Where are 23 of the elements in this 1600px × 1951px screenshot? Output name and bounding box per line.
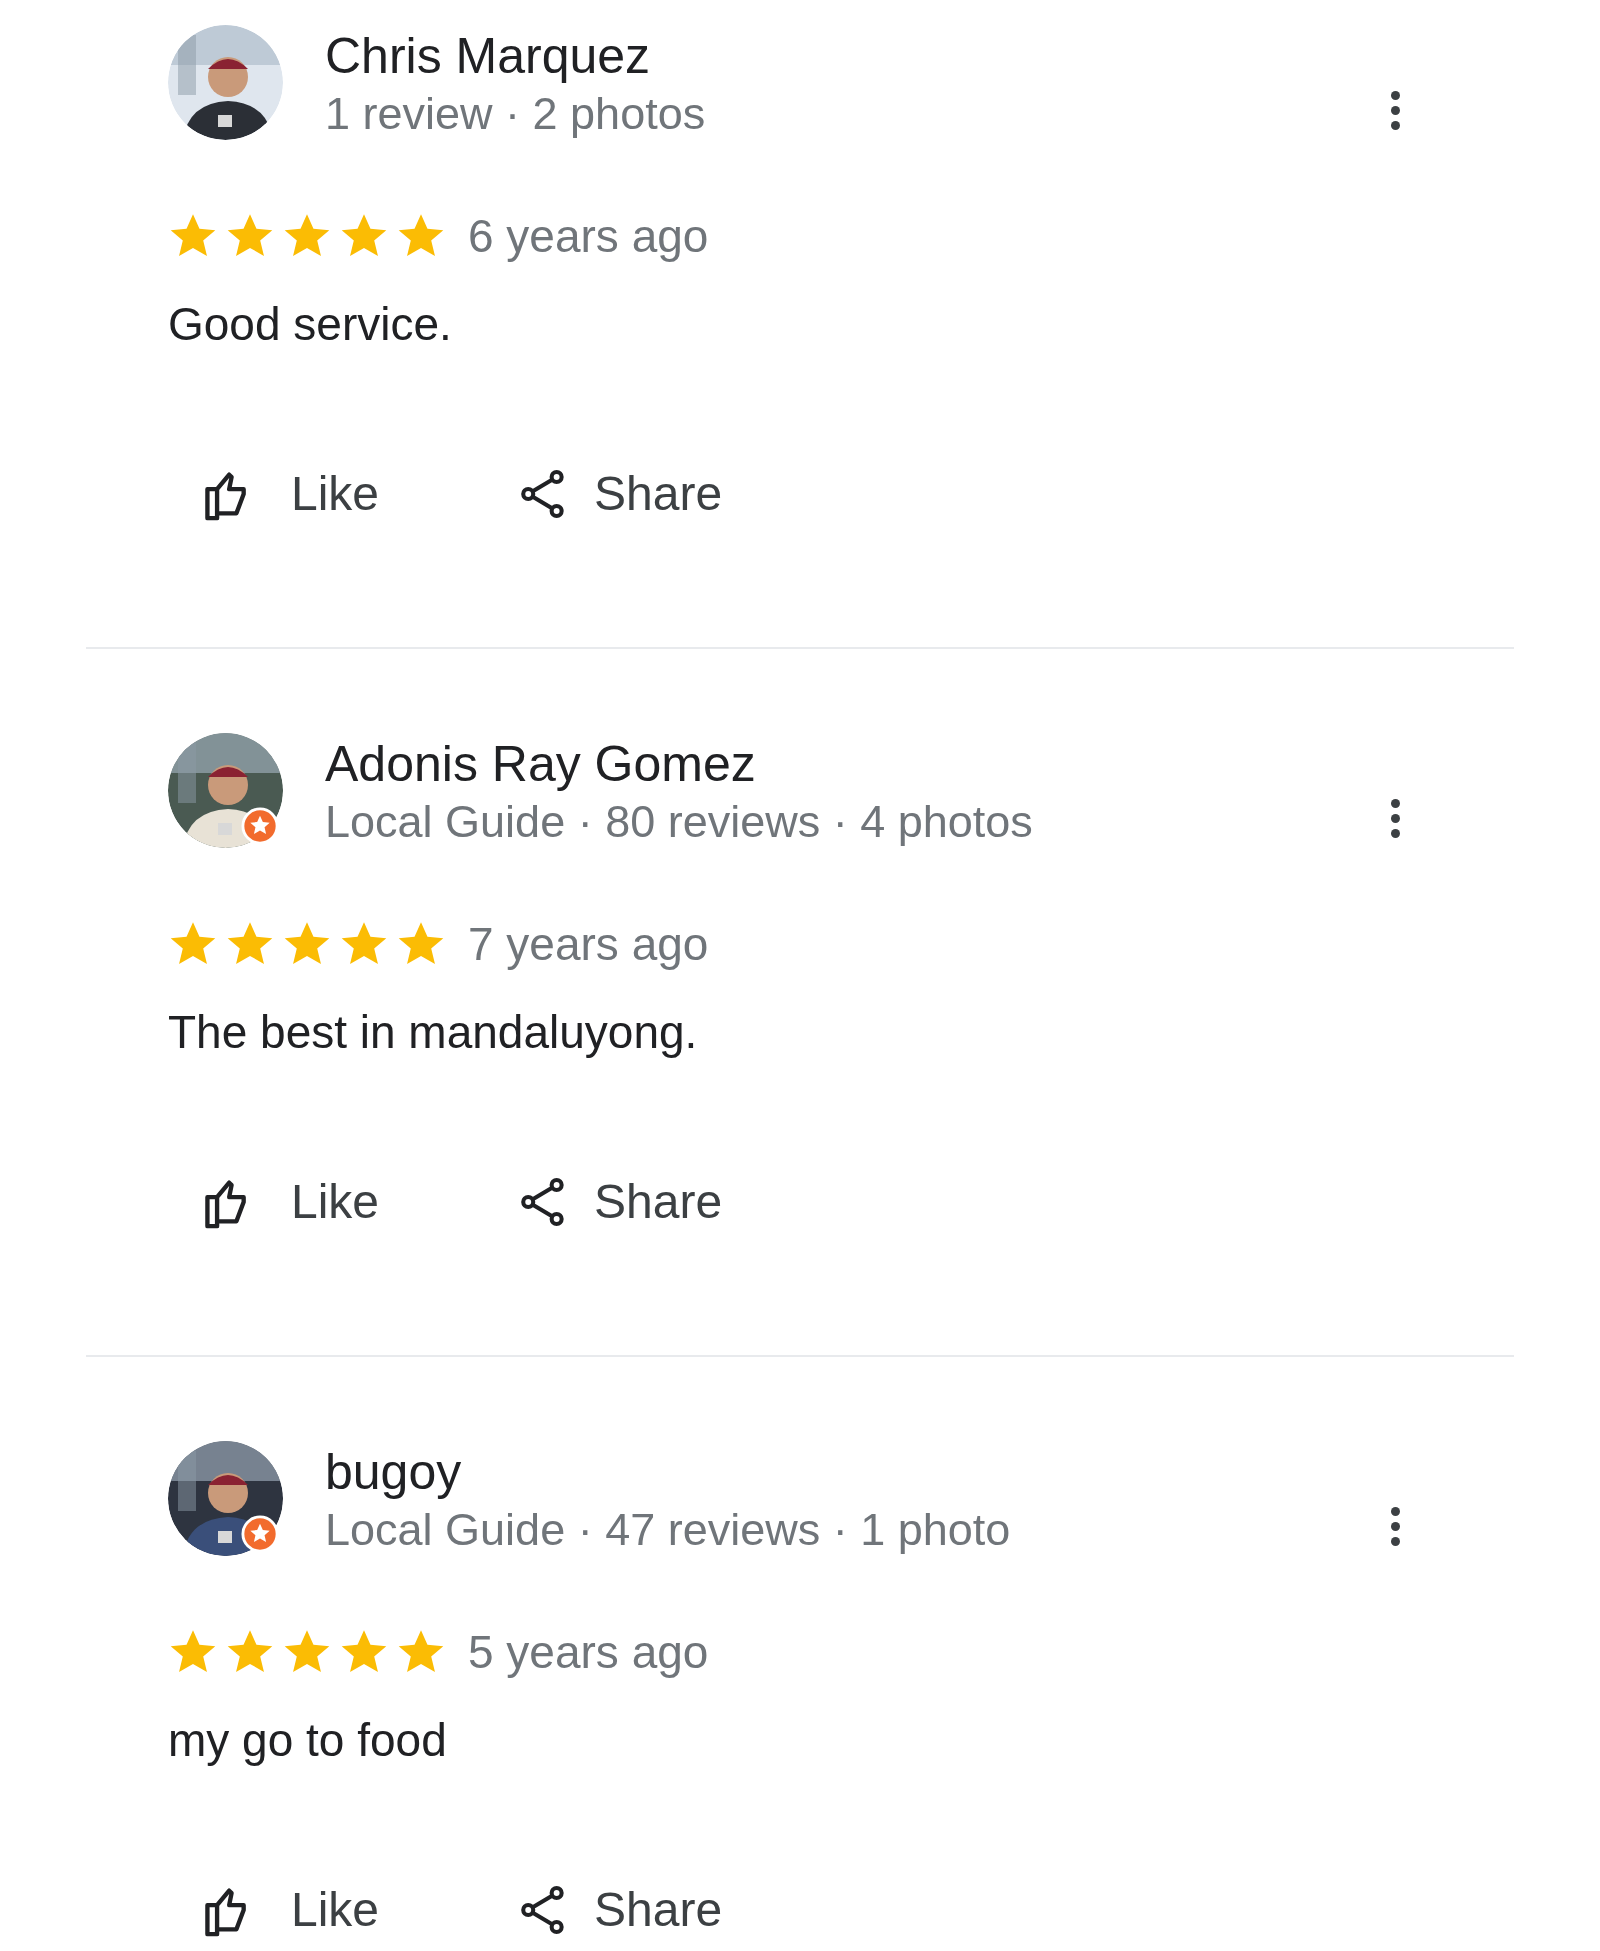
review-text: The best in mandaluyong. bbox=[168, 1005, 699, 1060]
like-button[interactable]: Like bbox=[205, 454, 520, 534]
local-guide-badge-icon bbox=[241, 807, 279, 845]
share-icon bbox=[520, 1885, 566, 1935]
like-button[interactable]: Like bbox=[205, 1870, 520, 1950]
reviewer-name[interactable]: bugoy bbox=[325, 1443, 1011, 1501]
review-date: 6 years ago bbox=[468, 209, 709, 264]
share-button[interactable]: Share bbox=[520, 454, 723, 534]
share-button[interactable]: Share bbox=[520, 1870, 723, 1950]
like-button[interactable]: Like bbox=[205, 1162, 520, 1242]
review-date: 7 years ago bbox=[468, 917, 709, 972]
reviewer-stats: Local Guide · 47 reviews · 1 photo bbox=[325, 1503, 1011, 1557]
reviewer-stats: Local Guide · 80 reviews · 4 photos bbox=[325, 795, 1033, 849]
review-date: 5 years ago bbox=[468, 1625, 709, 1680]
share-button[interactable]: Share bbox=[520, 1162, 723, 1242]
reviewer-name[interactable]: Adonis Ray Gomez bbox=[325, 735, 1033, 793]
review-text: my go to food bbox=[168, 1713, 448, 1768]
local-guide-badge-icon bbox=[241, 1515, 279, 1553]
share-icon bbox=[520, 1177, 566, 1227]
share-icon bbox=[520, 469, 566, 519]
reviewer-stats: 1 review · 2 photos bbox=[325, 87, 706, 141]
review-text: Good service. bbox=[168, 297, 453, 352]
reviewer-name[interactable]: Chris Marquez bbox=[325, 27, 706, 85]
